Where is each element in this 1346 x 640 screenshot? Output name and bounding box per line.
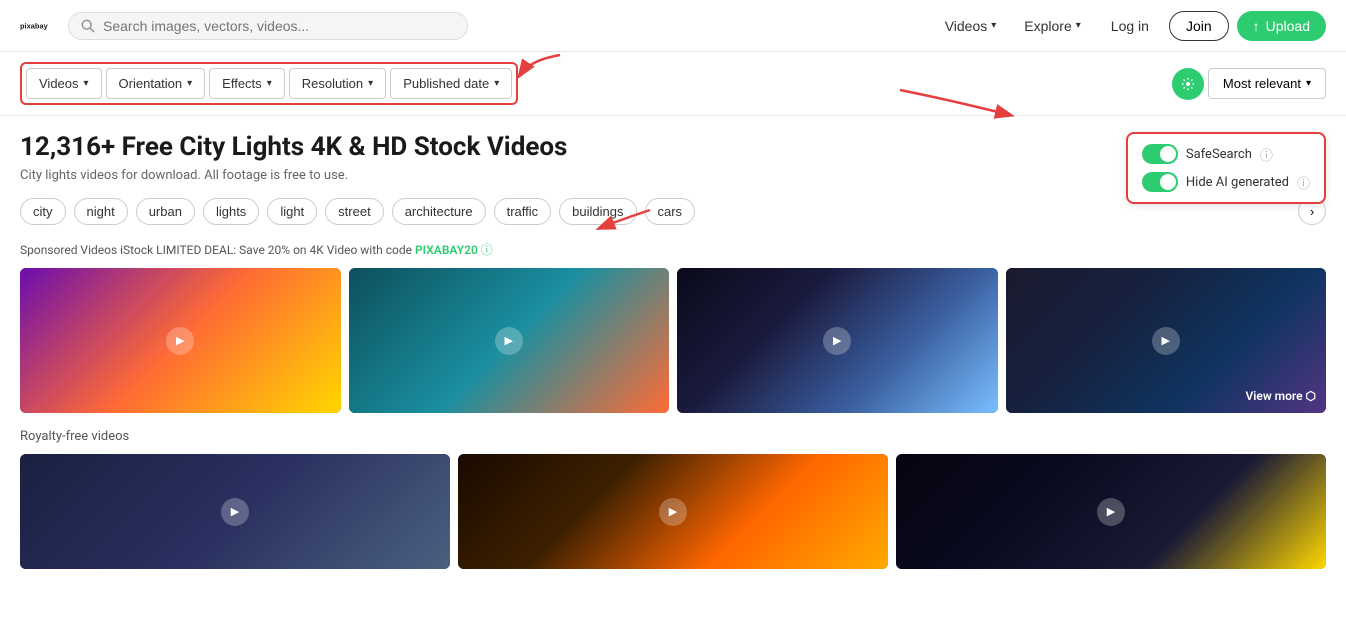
explore-nav-btn[interactable]: Explore ▾ [1014,12,1091,40]
hide-ai-toggle[interactable] [1142,172,1178,192]
free-thumb-2[interactable]: ▶ [896,454,1326,569]
resolution-chevron: ▾ [368,78,373,89]
effects-filter-btn[interactable]: Effects ▾ [209,68,285,99]
tag-light[interactable]: light [267,198,317,225]
promo-code-link[interactable]: PIXABAY20 [415,243,478,257]
search-input[interactable]: city lights [103,18,455,34]
sponsored-video-grid: ▶ ▶ ▶ ▶ View more ⬡ [20,268,1326,413]
explore-chevron: ▾ [1076,20,1081,31]
sponsored-info-icon[interactable]: ⓘ [481,243,493,257]
tag-street[interactable]: street [325,198,384,225]
gear-icon [1181,77,1195,91]
search-bar: city lights [68,12,468,40]
hide-ai-info-icon[interactable]: ⓘ [1297,173,1310,192]
videos-chevron: ▾ [991,20,996,31]
effects-chevron: ▾ [267,78,272,89]
safesearch-row: SafeSearch ⓘ [1142,144,1310,164]
settings-icon-btn[interactable] [1172,68,1204,100]
play-icon: ▶ [495,327,523,355]
sponsored-thumb-1[interactable]: ▶ [349,268,670,413]
safesearch-toggle[interactable] [1142,144,1178,164]
play-icon: ▶ [1097,498,1125,526]
orientation-chevron: ▾ [187,78,192,89]
header: pixabay city lights Videos ▾ Explore ▾ L… [0,0,1346,52]
search-icon [81,19,95,33]
safesearch-panel: SafeSearch ⓘ Hide AI generated ⓘ [1126,132,1326,204]
sponsored-thumb-0[interactable]: ▶ [20,268,341,413]
tag-urban[interactable]: urban [136,198,195,225]
tag-buildings[interactable]: buildings [559,198,636,225]
logo[interactable]: pixabay [20,10,52,42]
orientation-filter-btn[interactable]: Orientation ▾ [106,68,206,99]
free-video-grid: ▶ ▶ ▶ [20,454,1326,569]
play-icon: ▶ [166,327,194,355]
tag-night[interactable]: night [74,198,128,225]
filter-bar: Videos ▾ Orientation ▾ Effects ▾ Resolut… [0,52,1346,116]
hide-ai-row: Hide AI generated ⓘ [1142,172,1310,192]
section-label: Royalty-free videos [20,429,1326,444]
sponsored-thumb-2[interactable]: ▶ [677,268,998,413]
published-date-filter-btn[interactable]: Published date ▾ [390,68,512,99]
videos-filter-chevron: ▾ [84,78,89,89]
tag-architecture[interactable]: architecture [392,198,486,225]
published-date-chevron: ▾ [494,78,499,89]
join-btn[interactable]: Join [1169,11,1229,41]
filter-group-box: Videos ▾ Orientation ▾ Effects ▾ Resolut… [20,62,518,105]
sort-chevron: ▾ [1306,78,1311,89]
play-icon: ▶ [1152,327,1180,355]
play-icon: ▶ [823,327,851,355]
play-icon: ▶ [659,498,687,526]
upload-icon: ↑ [1253,18,1260,34]
safesearch-label: SafeSearch [1186,147,1252,162]
free-thumb-0[interactable]: ▶ [20,454,450,569]
safesearch-info-icon[interactable]: ⓘ [1260,145,1273,164]
resolution-filter-btn[interactable]: Resolution ▾ [289,68,386,99]
tag-traffic[interactable]: traffic [494,198,552,225]
free-thumb-1[interactable]: ▶ [458,454,888,569]
header-nav: Videos ▾ Explore ▾ Log in Join ↑ Upload [935,11,1326,41]
sort-btn[interactable]: Most relevant ▾ [1208,68,1326,99]
login-btn[interactable]: Log in [1099,12,1161,40]
hide-ai-label: Hide AI generated [1186,175,1289,190]
tag-city[interactable]: city [20,198,66,225]
play-icon: ▶ [221,498,249,526]
videos-filter-btn[interactable]: Videos ▾ [26,68,102,99]
sponsored-thumb-3[interactable]: ▶ View more ⬡ [1006,268,1327,413]
svg-text:pixabay: pixabay [20,21,49,30]
sponsored-bar: Sponsored Videos iStock LIMITED DEAL: Sa… [20,241,1326,258]
main-content: SafeSearch ⓘ Hide AI generated ⓘ 12,316+… [0,116,1346,585]
upload-btn[interactable]: ↑ Upload [1237,11,1326,41]
tag-lights[interactable]: lights [203,198,259,225]
tag-cars[interactable]: cars [645,198,696,225]
view-more-overlay: View more ⬡ [1245,389,1316,403]
videos-nav-btn[interactable]: Videos ▾ [935,12,1007,40]
